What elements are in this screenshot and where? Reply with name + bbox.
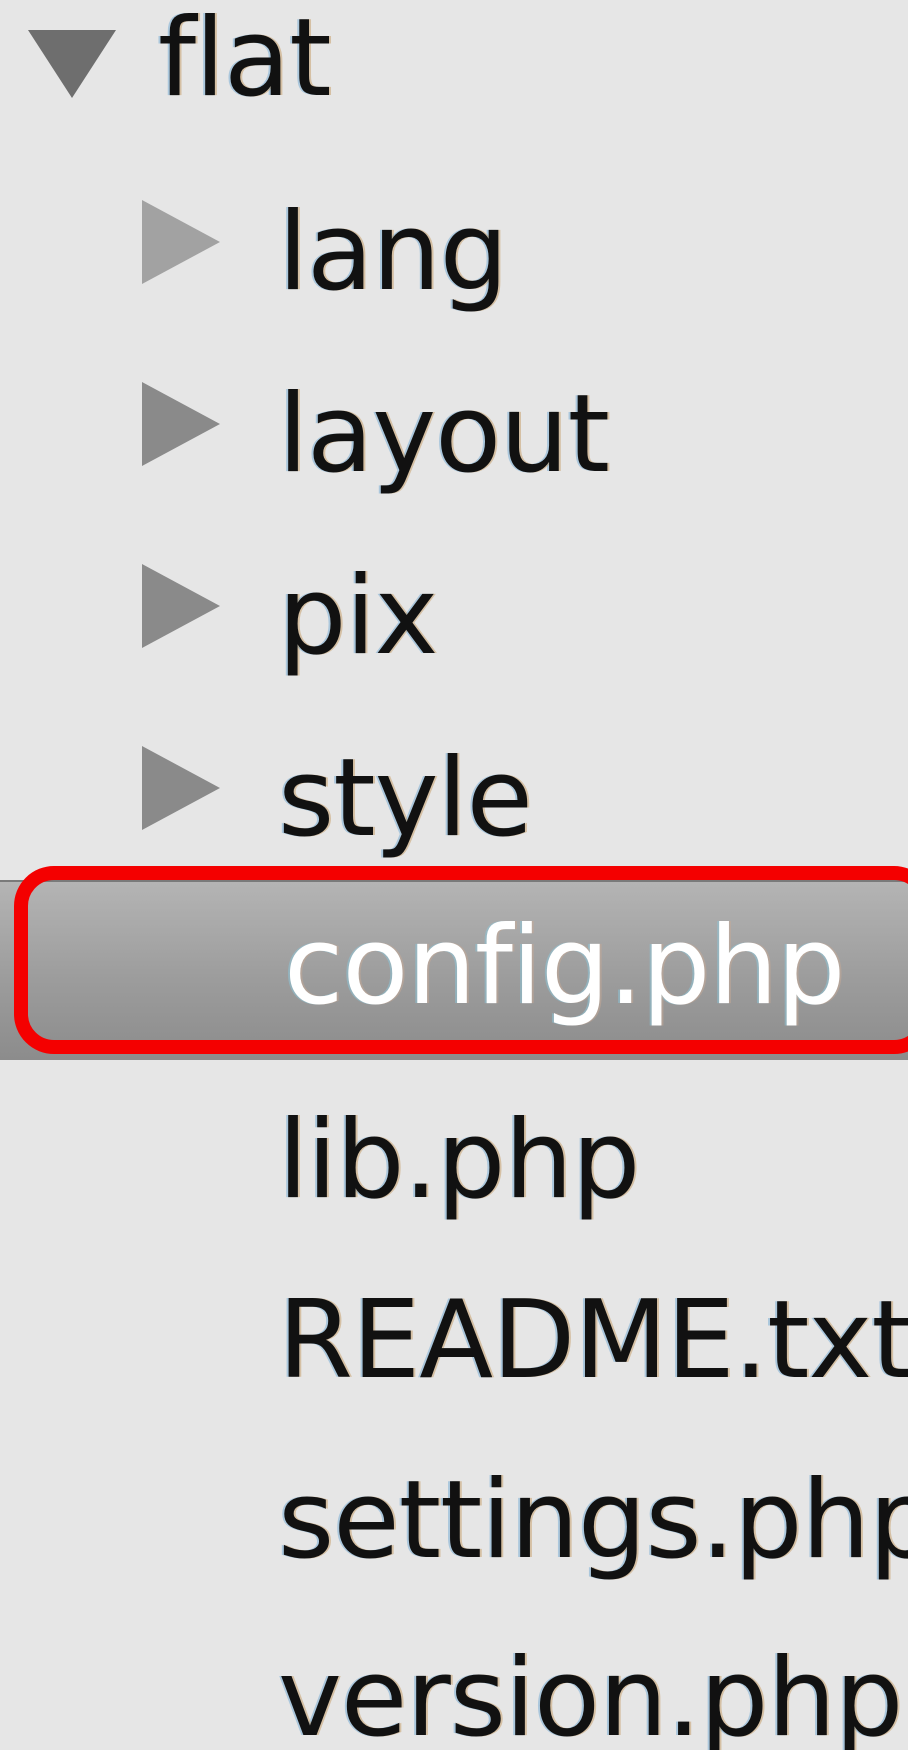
tree-node-layout[interactable]: layout [0, 362, 908, 512]
tree-node-flat[interactable]: flat [0, 0, 908, 150]
expand-triangle-icon[interactable] [142, 200, 220, 284]
tree-node-pix[interactable]: pix [0, 544, 908, 694]
file-label-version-php: version.php [278, 1636, 903, 1750]
file-label-readme-txt: README.txt [278, 1278, 908, 1403]
expand-triangle-icon[interactable] [142, 382, 220, 466]
folder-label-lang: lang [278, 190, 508, 315]
tree-node-version-php[interactable]: version.php [0, 1626, 908, 1750]
expand-triangle-icon[interactable] [142, 746, 220, 830]
file-label-lib-php: lib.php [278, 1098, 640, 1223]
expand-triangle-icon[interactable] [142, 564, 220, 648]
tree-node-style[interactable]: style [0, 726, 908, 876]
file-tree: flat lang layout pix style config.php li… [0, 0, 908, 1750]
tree-node-settings-php[interactable]: settings.php [0, 1448, 908, 1598]
folder-label-layout: layout [278, 372, 610, 497]
file-label-config-php: config.php [284, 904, 845, 1029]
folder-label-pix: pix [278, 554, 438, 679]
collapse-triangle-icon[interactable] [28, 30, 116, 98]
tree-node-readme-txt[interactable]: README.txt [0, 1268, 908, 1418]
tree-node-lib-php[interactable]: lib.php [0, 1088, 908, 1238]
tree-node-lang[interactable]: lang [0, 180, 908, 330]
folder-label-flat: flat [158, 0, 332, 121]
tree-node-config-php[interactable]: config.php [0, 862, 908, 1062]
file-label-settings-php: settings.php [278, 1458, 908, 1583]
folder-label-style: style [278, 736, 533, 861]
